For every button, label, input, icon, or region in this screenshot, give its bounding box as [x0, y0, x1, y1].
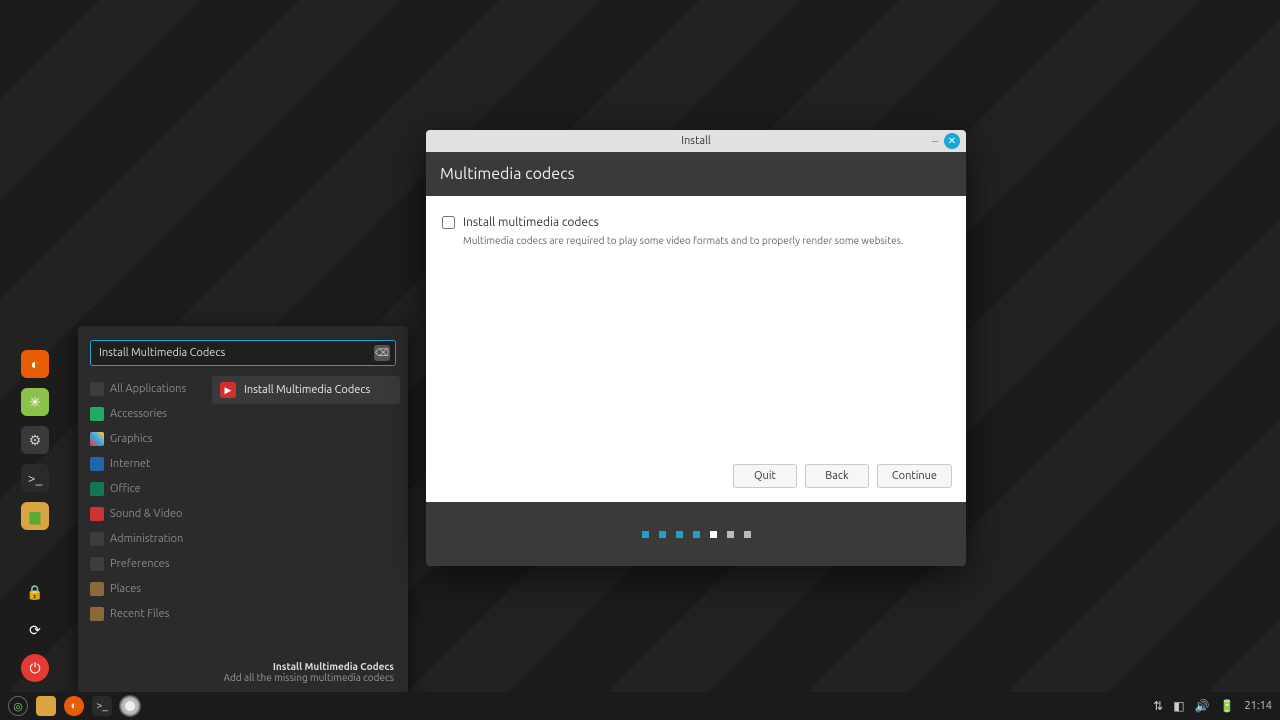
launcher-lock-icon[interactable]: 🔒: [21, 578, 49, 606]
launcher-power-icon[interactable]: ⏻: [21, 654, 49, 682]
cat-label: Preferences: [110, 558, 170, 570]
installer-content: Install multimedia codecs Multimedia cod…: [426, 196, 966, 502]
desktop-launcher: ◐ ✳ ⚙ >_ ▆ 🔒 ⟳ ⏻: [20, 350, 50, 682]
cat-label: Office: [110, 483, 141, 495]
launcher-firefox-icon[interactable]: ◐: [21, 350, 49, 378]
cat-label: Places: [110, 583, 141, 595]
installer-window: Install – ✕ Multimedia codecs Install mu…: [426, 130, 966, 566]
pager-dot[interactable]: [642, 531, 649, 538]
taskbar-firefox-icon[interactable]: ◐: [64, 696, 84, 716]
cat-label: Internet: [110, 458, 150, 470]
page-heading-text: Multimedia codecs: [440, 165, 575, 183]
cat-label: Recent Files: [110, 608, 169, 620]
launcher-hexchat-icon[interactable]: ✳: [21, 388, 49, 416]
launcher-logout-icon[interactable]: ⟳: [21, 616, 49, 644]
cat-preferences[interactable]: Preferences: [86, 551, 206, 576]
tray-network-icon[interactable]: ⇅: [1153, 699, 1163, 713]
cat-internet[interactable]: Internet: [86, 451, 206, 476]
pager-dot[interactable]: [727, 531, 734, 538]
cat-recent-files[interactable]: Recent Files: [86, 601, 206, 626]
window-title: Install: [681, 135, 711, 147]
cat-administration[interactable]: Administration: [86, 526, 206, 551]
window-close-icon[interactable]: ✕: [944, 133, 960, 149]
menu-search-clear-icon[interactable]: ⌫: [374, 345, 390, 361]
pager-dot[interactable]: [676, 531, 683, 538]
quit-button[interactable]: Quit: [733, 464, 797, 488]
launcher-settings-icon[interactable]: ⚙: [21, 426, 49, 454]
installer-buttons: Quit Back Continue: [733, 464, 952, 488]
cat-accessories[interactable]: Accessories: [86, 401, 206, 426]
cat-label: Sound & Video: [110, 508, 182, 520]
play-icon: ▶: [220, 382, 236, 398]
cat-all-applications[interactable]: All Applications: [86, 376, 206, 401]
tray-battery-icon[interactable]: 🔋: [1220, 699, 1235, 713]
start-menu-icon[interactable]: ◎: [8, 696, 28, 716]
cat-label: Graphics: [110, 433, 152, 445]
pager-dot[interactable]: [659, 531, 666, 538]
menu-results: ▶ Install Multimedia Codecs: [212, 376, 400, 657]
codecs-description: Multimedia codecs are required to play s…: [463, 235, 950, 246]
installer-page-heading: Multimedia codecs: [426, 152, 966, 196]
cat-sound-video[interactable]: Sound & Video: [86, 501, 206, 526]
pager-dot[interactable]: [693, 531, 700, 538]
tray-updates-icon[interactable]: ◧: [1173, 699, 1184, 713]
cat-label: Accessories: [110, 408, 167, 420]
menu-result-label: Install Multimedia Codecs: [244, 384, 370, 396]
taskbar-files-icon[interactable]: [36, 696, 56, 716]
back-button[interactable]: Back: [805, 464, 869, 488]
launcher-files-icon[interactable]: ▆: [21, 502, 49, 530]
cat-label: Administration: [110, 533, 183, 545]
codecs-checkbox-label: Install multimedia codecs: [463, 216, 599, 229]
menu-search-input[interactable]: [90, 340, 396, 366]
pager-dot-current[interactable]: [710, 531, 717, 538]
installer-pager: [426, 502, 966, 566]
menu-result-install-codecs[interactable]: ▶ Install Multimedia Codecs: [212, 376, 400, 404]
codecs-checkbox[interactable]: [442, 216, 455, 229]
menu-footer-title: Install Multimedia Codecs: [86, 661, 394, 672]
cat-office[interactable]: Office: [86, 476, 206, 501]
taskbar-terminal-icon[interactable]: >_: [92, 696, 112, 716]
launcher-terminal-icon[interactable]: >_: [21, 464, 49, 492]
application-menu: ⌫ All Applications Accessories Graphics …: [78, 326, 408, 693]
menu-categories: All Applications Accessories Graphics In…: [86, 376, 206, 657]
menu-footer: Install Multimedia Codecs Add all the mi…: [86, 657, 400, 685]
cat-graphics[interactable]: Graphics: [86, 426, 206, 451]
continue-button[interactable]: Continue: [877, 464, 952, 488]
window-titlebar[interactable]: Install – ✕: [426, 130, 966, 152]
taskbar-clock[interactable]: 21:14: [1244, 700, 1272, 712]
cat-places[interactable]: Places: [86, 576, 206, 601]
window-minimize-icon[interactable]: –: [932, 135, 938, 148]
taskbar: ◎ ◐ >_ ⇅ ◧ 🔊 🔋 21:14: [0, 692, 1280, 720]
taskbar-installer-icon[interactable]: [120, 696, 140, 716]
menu-footer-sub: Add all the missing multimedia codecs: [223, 672, 394, 683]
tray-audio-icon[interactable]: 🔊: [1195, 699, 1210, 713]
codecs-checkbox-row[interactable]: Install multimedia codecs: [442, 216, 950, 229]
cat-label: All Applications: [110, 383, 186, 395]
pager-dot[interactable]: [744, 531, 751, 538]
